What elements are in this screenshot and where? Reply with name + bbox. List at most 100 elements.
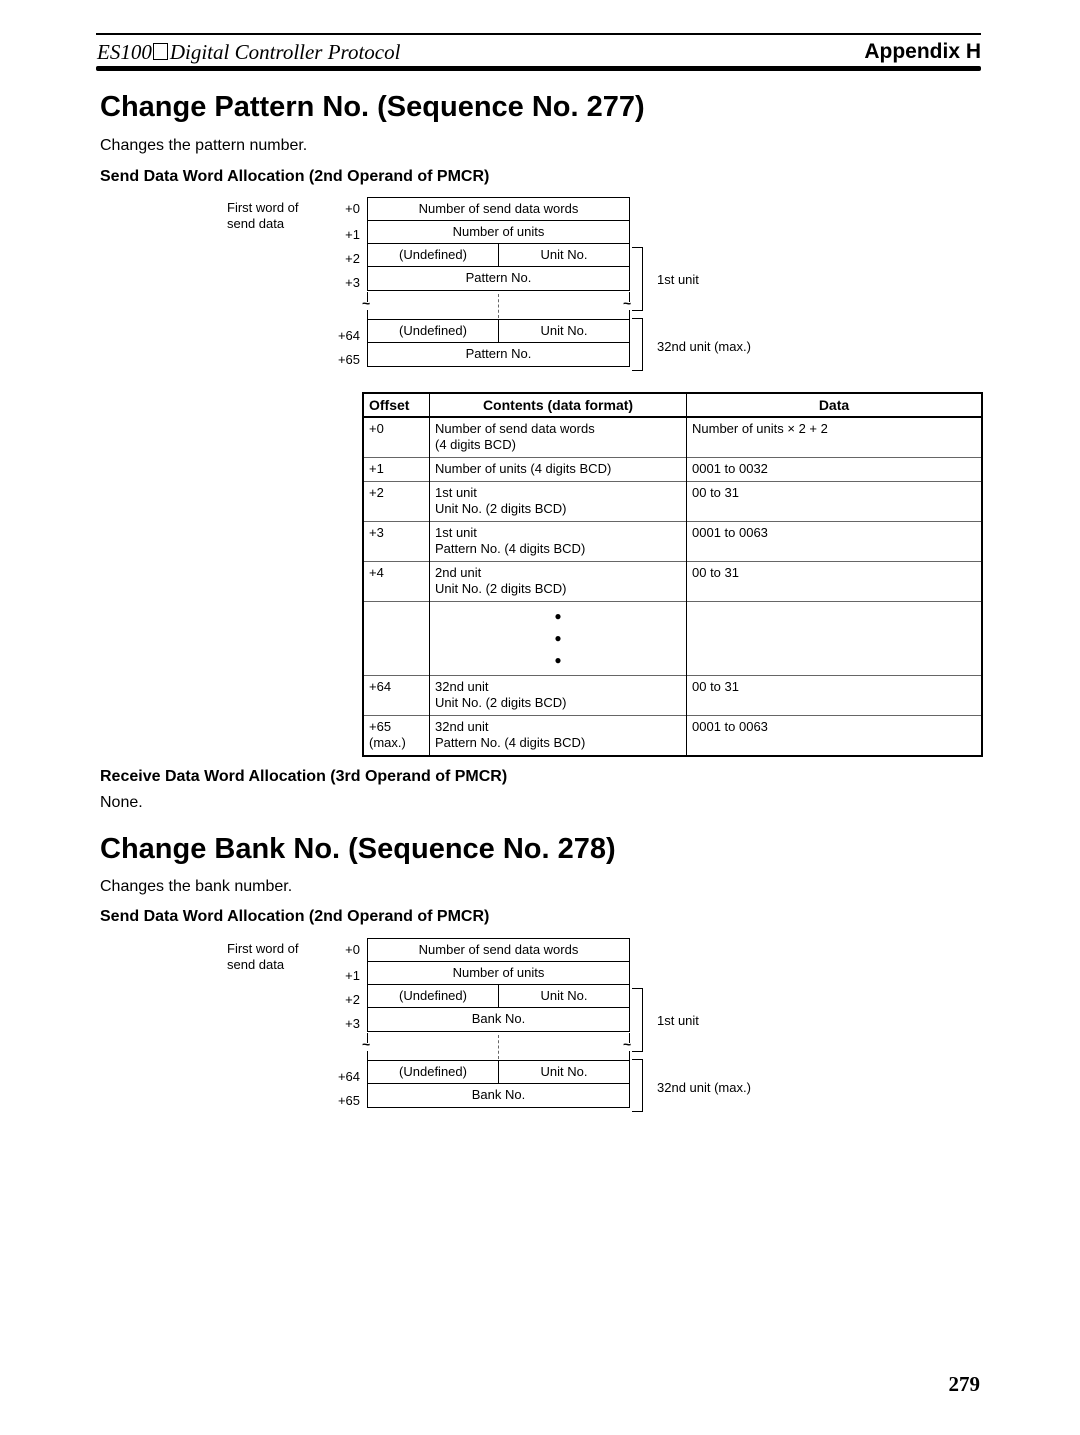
- offset-label: +1: [345, 968, 360, 983]
- cell-offset: +1: [362, 457, 430, 482]
- contents-line: 2nd unit: [435, 565, 482, 580]
- table-row: +0 Number of send data words (4 digits BCD…: [362, 416, 983, 458]
- cell-data: 00 to 31: [686, 675, 983, 716]
- cell-offset: +65 (max.): [362, 715, 430, 756]
- section-title-change-bank: Change Bank No. (Sequence No. 278): [100, 833, 616, 865]
- offset-value: +0: [369, 421, 384, 436]
- cell-data: [686, 601, 983, 676]
- section-description: Changes the bank number.: [100, 878, 293, 895]
- cell-offset: +64: [362, 675, 430, 716]
- data-value: 0001 to 0032: [692, 461, 768, 476]
- header-data: Data: [686, 392, 983, 418]
- title-suffix: Digital Controller Protocol: [169, 40, 401, 64]
- cell-data: 00 to 31: [686, 481, 983, 522]
- offset-label: +64: [337, 1069, 360, 1084]
- bracket-label: 1st unit: [657, 272, 699, 287]
- table-row: ● ● ●: [362, 601, 983, 676]
- cell-contents: 1st unit Pattern No. (4 digits BCD): [429, 521, 687, 562]
- bracket-label: 32nd unit (max.): [657, 339, 751, 354]
- data-value: 00 to 31: [692, 485, 739, 500]
- table-header-row: Offset Contents (data format) Data: [362, 392, 983, 418]
- offset-note: (max.): [369, 735, 406, 750]
- offset-label: +2: [345, 992, 360, 1007]
- data-value: 0001 to 0063: [692, 719, 768, 734]
- cell-send-data-words: Number of send data words: [367, 197, 630, 222]
- cell-undefined: (Undefined): [367, 984, 499, 1009]
- cell-contents: ● ● ●: [429, 601, 687, 676]
- bracket-label: 32nd unit (max.): [657, 1080, 751, 1095]
- send-data-heading: Send Data Word Allocation (2nd Operand o…: [100, 908, 490, 925]
- dashed-divider: [498, 1035, 499, 1059]
- offset-label: +0: [345, 942, 360, 957]
- bracket-32nd-unit: [632, 318, 643, 371]
- cell-value-no: Pattern No.: [367, 266, 630, 291]
- cell-offset: +4: [362, 561, 430, 602]
- bracket-1st-unit: [632, 247, 643, 311]
- ellipsis-dot-icon: ●: [554, 653, 562, 667]
- break-line: [367, 1051, 368, 1061]
- contents-line: Number of units (4 digits BCD): [435, 461, 612, 476]
- bracket-label: 1st unit: [657, 1013, 699, 1028]
- contents-line: Pattern No. (4 digits BCD): [435, 735, 586, 750]
- offset-label: +3: [345, 275, 360, 290]
- send-data-table: Offset Contents (data format) Data +0 Num…: [362, 392, 983, 757]
- bracket-32nd-unit: [632, 1059, 643, 1112]
- break-tilde-icon: ~: [362, 295, 371, 311]
- offset-value: +3: [369, 525, 384, 540]
- cell-value-no: Pattern No.: [367, 342, 630, 367]
- bracket-1st-unit: [632, 988, 643, 1052]
- table-row: +65 (max.) 32nd unit Pattern No. (4 digits …: [362, 715, 983, 756]
- offset-label: +3: [345, 1016, 360, 1031]
- ellipsis-dot-icon: ●: [554, 631, 562, 645]
- cell-data: 0001 to 0032: [686, 457, 983, 482]
- receive-data-text: None.: [100, 794, 143, 811]
- cell-undefined: (Undefined): [367, 319, 499, 344]
- first-word-label: First word of send data: [227, 941, 299, 972]
- offset-label: +0: [345, 201, 360, 216]
- contents-line: Unit No. (2 digits BCD): [435, 695, 567, 710]
- table-row: +64 32nd unit Unit No. (2 digits BCD) 00 to…: [362, 675, 983, 716]
- receive-data-heading: Receive Data Word Allocation (3rd Operan…: [100, 768, 508, 785]
- title-prefix: ES100: [97, 40, 152, 64]
- cell-data: 0001 to 0063: [686, 715, 983, 756]
- page-number: 279: [948, 1372, 981, 1396]
- table-row: +2 1st unit Unit No. (2 digits BCD) 00 to 3…: [362, 481, 983, 522]
- offset-value: +4: [369, 565, 384, 580]
- ellipsis-dot-icon: ●: [554, 609, 562, 623]
- offset-label: +2: [345, 251, 360, 266]
- contents-line: (4 digits BCD): [435, 437, 516, 452]
- cell-unit-no: Unit No.: [498, 1060, 630, 1085]
- cell-undefined: (Undefined): [367, 1060, 499, 1085]
- offset-value: +64: [369, 679, 392, 694]
- data-value: 00 to 31: [692, 565, 739, 580]
- contents-line: 1st unit: [435, 525, 477, 540]
- contents-line: 32nd unit: [435, 679, 489, 694]
- contents-line: Number of send data words: [435, 421, 595, 436]
- table-row: +1 Number of units (4 digits BCD) 0001 to …: [362, 457, 983, 482]
- cell-contents: Number of send data words (4 digits BCD): [429, 416, 687, 458]
- offset-value: +65: [369, 719, 392, 734]
- send-data-diagram: First word of send data +0 +1 +2 +3 +64 +65 Num…: [220, 937, 780, 1127]
- cell-data: 0001 to 0063: [686, 521, 983, 562]
- offset-label: +65: [337, 352, 360, 367]
- placeholder-box-icon: [152, 43, 168, 60]
- table-row: +3 1st unit Pattern No. (4 digits BCD) 0001…: [362, 521, 983, 562]
- cell-contents: 2nd unit Unit No. (2 digits BCD): [429, 561, 687, 602]
- cell-offset: +0: [362, 416, 430, 458]
- document-title: ES100 Digital Controller Protocol: [97, 40, 400, 65]
- break-tilde-icon: ~: [623, 295, 632, 311]
- data-value: 00 to 31: [692, 679, 739, 694]
- cell-offset: +3: [362, 521, 430, 562]
- contents-line: Pattern No. (4 digits BCD): [435, 541, 586, 556]
- contents-line: 1st unit: [435, 485, 477, 500]
- section-title-change-pattern: Change Pattern No. (Sequence No. 277): [100, 91, 645, 123]
- cell-send-data-words: Number of send data words: [367, 938, 630, 963]
- data-value: 0001 to 0063: [692, 525, 768, 540]
- cell-value-no: Bank No.: [367, 1007, 630, 1032]
- cell-unit-no: Unit No.: [498, 319, 630, 344]
- break-line: [367, 310, 368, 320]
- contents-line: Unit No. (2 digits BCD): [435, 501, 567, 516]
- cell-contents: Number of units (4 digits BCD): [429, 457, 687, 482]
- offset-value: +2: [369, 485, 384, 500]
- section-description: Changes the pattern number.: [100, 137, 308, 154]
